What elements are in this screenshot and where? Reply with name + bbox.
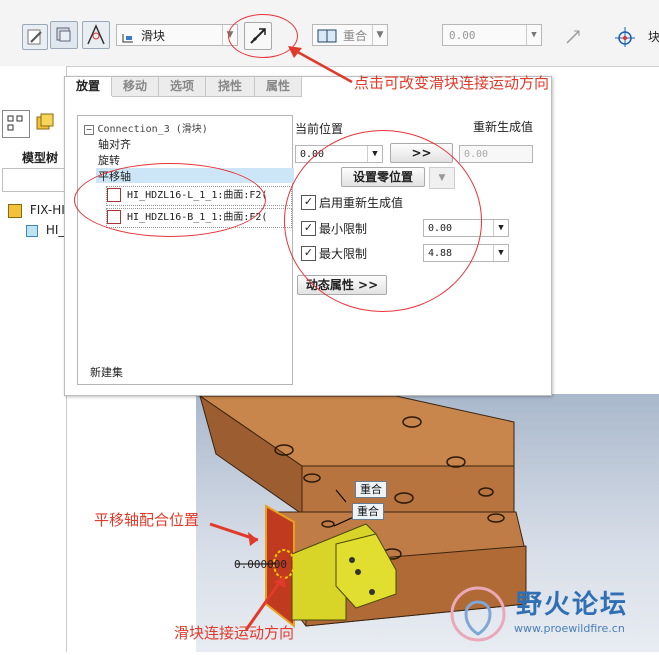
regenerate-value-field[interactable]: 0.00 bbox=[459, 145, 533, 163]
coincident-tag-1[interactable]: 重合 bbox=[355, 481, 387, 498]
connection-icon[interactable] bbox=[82, 21, 110, 49]
connection-set-list: − Connection_3 (滑块) 轴对齐 旋转 平移轴 HI_HDZL16… bbox=[77, 115, 294, 385]
current-position-label: 当前位置 bbox=[295, 122, 344, 136]
forum-logo-icon bbox=[450, 586, 506, 642]
tree-item-assembly[interactable]: FIX-HI bbox=[8, 203, 66, 219]
connection-title: Connection_3 (滑块) bbox=[97, 124, 208, 135]
reference-highlight bbox=[74, 163, 266, 237]
tab-options[interactable]: 选项 bbox=[159, 77, 206, 97]
set-rotation[interactable]: 旋转 bbox=[98, 152, 120, 168]
chevron-down-icon[interactable]: ▼ bbox=[372, 25, 387, 45]
3d-viewport[interactable]: 重合 重合 0.000000 野火论坛 www.proewildfire.cn bbox=[196, 394, 659, 652]
edit-icon[interactable] bbox=[22, 24, 48, 50]
limits-highlight bbox=[284, 130, 482, 312]
offset-value: 0.00 bbox=[449, 29, 476, 42]
tab-placement[interactable]: 放置 bbox=[65, 77, 112, 96]
offset-select[interactable]: 0.00 ▼ bbox=[442, 24, 542, 46]
watermark: 野火论坛 www.proewildfire.cn bbox=[448, 582, 659, 652]
assembly-icon bbox=[8, 203, 22, 218]
coincident-tag-2[interactable]: 重合 bbox=[352, 503, 384, 520]
connection-type-select[interactable]: 滑块 ▼ bbox=[116, 24, 238, 46]
connection-node[interactable]: − Connection_3 (滑块) bbox=[84, 120, 208, 135]
toolbar-right-label: 块 bbox=[648, 30, 659, 44]
part-icon bbox=[26, 224, 38, 237]
flip-offset-icon[interactable] bbox=[560, 24, 586, 50]
model-tree-label: 模型树 bbox=[22, 151, 59, 165]
model-tree-tab-icon[interactable] bbox=[2, 110, 30, 138]
regenerate-value-label: 重新生成值 bbox=[473, 120, 534, 134]
annotation-top: 点击可改变滑块连接运动方向 bbox=[354, 74, 550, 92]
layers-tab-icon[interactable] bbox=[32, 110, 58, 136]
annotation-arrow-top bbox=[288, 46, 353, 84]
part-icon[interactable] bbox=[50, 21, 78, 49]
new-set-link[interactable]: 新建集 bbox=[90, 364, 123, 380]
constraint-type-select[interactable]: 重合 ▼ bbox=[312, 24, 388, 46]
connection-type-value: 滑块 bbox=[141, 29, 166, 43]
watermark-title: 野火论坛 bbox=[516, 590, 629, 620]
annotation-left: 平移轴配合位置 bbox=[94, 511, 200, 529]
tab-flexibility[interactable]: 挠性 bbox=[206, 77, 255, 97]
chevron-down-icon[interactable]: ▼ bbox=[493, 220, 508, 236]
coordinate-system-icon[interactable] bbox=[612, 24, 638, 50]
chevron-down-icon[interactable]: ▼ bbox=[526, 25, 541, 45]
dimension-value: 0.000000 bbox=[234, 558, 287, 571]
slider-type-icon bbox=[121, 29, 135, 43]
collapse-icon[interactable]: − bbox=[84, 125, 94, 135]
coincident-icon bbox=[317, 28, 337, 43]
annotation-bottom: 滑块连接运动方向 bbox=[174, 624, 295, 642]
model-tree-search[interactable] bbox=[2, 168, 68, 192]
chevron-down-icon[interactable]: ▼ bbox=[493, 245, 508, 261]
tree-item-part[interactable]: HI_ bbox=[26, 223, 66, 239]
set-axis-align[interactable]: 轴对齐 bbox=[98, 136, 131, 152]
watermark-url: www.proewildfire.cn bbox=[514, 622, 625, 635]
model-tree-panel: 模型树 FIX-HI HI_ bbox=[0, 66, 68, 652]
tab-move[interactable]: 移动 bbox=[112, 77, 159, 97]
